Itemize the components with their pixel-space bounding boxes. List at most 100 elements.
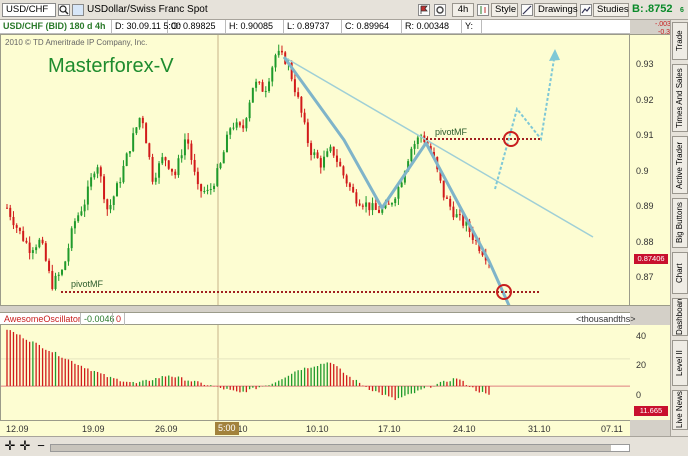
bid-prefix: B:: [632, 3, 644, 15]
candle-body: [31, 250, 34, 254]
price-chart-panel[interactable]: 2010 © TD Ameritrade IP Company, Inc. Ma…: [0, 34, 630, 306]
symbol-lookup-icon[interactable]: [58, 4, 70, 16]
drawings-icon[interactable]: [521, 4, 533, 16]
candle-body: [86, 186, 89, 205]
sidebar-tab[interactable]: Live News: [672, 390, 688, 430]
candle-body: [90, 177, 93, 187]
settings-icon[interactable]: [434, 4, 446, 16]
candle-body: [135, 127, 138, 134]
oscillator-tick-label: 0: [636, 390, 642, 400]
candle-body: [177, 158, 180, 176]
zigzag-pattern: [282, 56, 511, 305]
candle-body: [183, 139, 186, 156]
y-readout: Y:: [462, 20, 482, 34]
candle-body: [355, 192, 358, 204]
sidebar-tab[interactable]: Times And Sales: [672, 64, 688, 132]
price-axis[interactable]: 0.93 0.92 0.91 0.9 0.89 0.88 0.87: [630, 34, 670, 306]
flag-icon[interactable]: [418, 4, 430, 16]
style-button[interactable]: Style: [491, 3, 518, 17]
candle-body: [326, 151, 329, 157]
candle-body: [128, 151, 131, 154]
oscillator-tick-label: 40: [636, 331, 647, 341]
candle-body: [225, 134, 228, 153]
right-sidebar: Trade Times And Sales Active Trader Big But…: [670, 20, 688, 436]
candle-body: [410, 148, 413, 162]
studies-icon[interactable]: [580, 4, 592, 16]
candle-body: [368, 202, 371, 211]
oscillator-canvas: [1, 325, 630, 420]
symbol-description: USDollar/Swiss Franc Spot: [87, 4, 208, 15]
candle-body: [342, 166, 345, 176]
candle-body: [141, 117, 144, 124]
time-tick-label: 17.10: [378, 424, 401, 434]
candle-body: [458, 214, 461, 216]
candle-body: [180, 155, 183, 159]
candle-body: [115, 183, 118, 197]
candle-body: [164, 157, 167, 161]
candle-body: [206, 189, 209, 191]
time-axis[interactable]: 12.09 19.09 26.09 3.10 10.10 17.10 24.10 31.10 0…: [0, 420, 630, 436]
sidebar-tab[interactable]: Trade: [672, 22, 688, 60]
chart-toolbar: USD/CHF USDollar/Swiss Franc Spot 4h Sty…: [0, 0, 688, 20]
sidebar-tab[interactable]: Level II: [672, 340, 688, 386]
candle-body: [64, 261, 67, 270]
candle-body: [300, 96, 303, 113]
sidebar-tab[interactable]: Chart: [672, 252, 688, 294]
zoom-out-icon[interactable]: −: [34, 439, 48, 454]
time-tick-label: 31.10: [528, 424, 551, 434]
candle-body: [216, 168, 219, 186]
candle-body: [158, 163, 161, 178]
candle-body: [203, 190, 206, 192]
chart-type-icon[interactable]: [477, 4, 489, 16]
chart-title: USD/CHF (BID) 180 d 4h: [0, 20, 112, 34]
candle-body: [96, 167, 99, 174]
low-readout: L: 0.89737: [284, 20, 342, 34]
candle-body: [125, 153, 128, 166]
link-icon[interactable]: [72, 4, 84, 16]
candle-body: [358, 203, 361, 206]
candle-body: [251, 87, 254, 103]
candle-body: [345, 175, 348, 184]
candle-body: [67, 248, 70, 262]
oscillator-units: <thousandths>: [576, 314, 636, 324]
candle-body: [374, 203, 377, 210]
studies-button[interactable]: Studies: [593, 3, 629, 17]
close-readout: C: 0.89964: [342, 20, 402, 34]
candle-body: [222, 152, 225, 164]
candle-body: [313, 152, 316, 155]
candle-body: [235, 122, 238, 128]
scrollbar-thumb[interactable]: [51, 445, 611, 451]
candle-body: [12, 216, 15, 226]
candle-body: [378, 209, 381, 213]
candle-body: [335, 155, 338, 162]
candle-body: [57, 274, 60, 276]
candle-body: [455, 214, 458, 218]
candle-body: [258, 81, 261, 83]
candle-body: [261, 82, 264, 92]
candle-body: [112, 196, 115, 206]
candle-body: [187, 139, 190, 144]
sidebar-tab[interactable]: Active Trader: [672, 136, 688, 194]
candle-body: [80, 211, 83, 216]
candle-body: [70, 228, 73, 249]
drawings-button[interactable]: Drawings: [534, 3, 578, 17]
oscillator-name[interactable]: AwesomeOscillator: [4, 314, 81, 324]
candle-body: [394, 198, 397, 204]
symbol-input[interactable]: USD/CHF: [2, 3, 56, 17]
candle-body: [319, 158, 322, 168]
oscillator-panel[interactable]: [0, 325, 630, 420]
zoom-in-icon[interactable]: ✛: [18, 439, 32, 454]
sidebar-tab[interactable]: Dashboard: [672, 298, 688, 336]
timeframe-button[interactable]: 4h: [452, 3, 474, 17]
candle-body: [60, 269, 63, 275]
candle-body: [400, 182, 403, 188]
range-readout: R: 0.00348: [402, 20, 462, 34]
sidebar-tab[interactable]: Big Buttons: [672, 198, 688, 248]
candle-body: [316, 152, 319, 159]
bid-price: .8752: [645, 3, 673, 15]
candle-body: [209, 189, 212, 191]
candle-body: [196, 171, 199, 185]
candle-body: [245, 118, 248, 129]
crosshair-icon[interactable]: ✛: [3, 439, 17, 454]
horizontal-scrollbar[interactable]: [50, 444, 630, 452]
